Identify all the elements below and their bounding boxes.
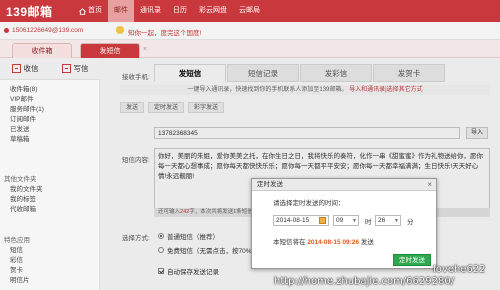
chevron-down-icon: ▼ xyxy=(352,218,357,224)
write-mail-button[interactable]: 写信 xyxy=(61,63,89,74)
sidebar-item-postcard[interactable]: 明信片 xyxy=(4,276,30,286)
note-prefix: 本短信将在 xyxy=(273,239,306,246)
user-notice[interactable]: 知你一起，度完这个国度! xyxy=(128,27,201,37)
home-icon xyxy=(79,7,86,15)
tab-send-sms[interactable]: 发短信 xyxy=(80,43,140,58)
main-nav: 首页 邮件 通讯录 日历 彩云网盘 云邮局 xyxy=(73,0,266,22)
folder-drafts[interactable]: 草稿箱 xyxy=(10,135,44,145)
tab-bar: 收件箱 发短信 × xyxy=(0,40,500,58)
inbox-icon xyxy=(11,64,21,73)
tab-close-icon[interactable]: × xyxy=(143,46,147,53)
schedule-note: 本短信将在 2014-08-15 09:26 发送 xyxy=(273,236,374,246)
watermark-url: http://home.zhubajie.com/6629280/ xyxy=(274,276,455,287)
sidebar-item-my-tags[interactable]: 我的标签 xyxy=(4,195,43,205)
sidebar-item-my-folders[interactable]: 我的文件夹 xyxy=(4,185,43,195)
nav-home-label: 首页 xyxy=(88,7,102,14)
nav-contacts[interactable]: 通讯录 xyxy=(134,0,167,22)
minute-value: 26 xyxy=(378,217,386,224)
nav-home[interactable]: 首页 xyxy=(73,0,108,22)
sidebar-item-sms[interactable]: 短信 xyxy=(4,246,30,256)
sidebar-item-proxy-mail[interactable]: 代收邮箱 xyxy=(4,205,43,215)
sidebar-actions: 收信 写信 xyxy=(0,58,100,80)
user-status-icon xyxy=(4,28,9,33)
nav-cloud-post[interactable]: 云邮局 xyxy=(233,0,266,22)
sidebar-item-mms[interactable]: 彩信 xyxy=(4,256,30,266)
section-title-folders[interactable]: 其他文件夹 xyxy=(4,175,43,185)
write-mail-label: 写信 xyxy=(73,64,89,73)
hour-unit: 时 xyxy=(365,219,372,226)
watermark-name: lovehe622 xyxy=(433,264,486,275)
minute-unit: 分 xyxy=(407,219,414,226)
folder-subscribe[interactable]: 订阅邮件 xyxy=(10,115,44,125)
sidebar: 收信 写信 收件箱(8) VIP邮件 服务邮件(1) 订阅邮件 已发送 草稿箱 … xyxy=(0,58,100,290)
receive-mail-label: 收信 xyxy=(23,64,39,73)
sidebar-section-apps: 特色应用 短信 彩信 贺卡 明信片 xyxy=(4,236,30,286)
user-bar: 15061226649@139.com 知你一起，度完这个国度! xyxy=(0,22,500,40)
pencil-icon xyxy=(61,64,71,73)
dialog-close-icon[interactable]: × xyxy=(427,179,432,191)
sidebar-item-card[interactable]: 贺卡 xyxy=(4,266,30,276)
chevron-down-icon: ▼ xyxy=(394,218,399,224)
hour-select[interactable]: 09 ▼ xyxy=(333,215,359,226)
timed-send-button[interactable]: 定时发送 xyxy=(393,254,431,266)
dialog-prompt: 请选择定时发送的时间： xyxy=(273,200,345,207)
tab-inbox[interactable]: 收件箱 xyxy=(12,43,72,58)
nav-mail[interactable]: 邮件 xyxy=(108,0,134,22)
hour-value: 09 xyxy=(336,217,344,224)
minute-select[interactable]: 26 ▼ xyxy=(375,215,401,226)
top-nav-bar: 139邮箱 首页 邮件 通讯录 日历 彩云网盘 云邮局 xyxy=(0,0,500,22)
receive-mail-button[interactable]: 收信 xyxy=(11,63,39,74)
folder-sent[interactable]: 已发送 xyxy=(10,125,44,135)
weather-icon xyxy=(116,26,124,34)
folder-vip[interactable]: VIP邮件 xyxy=(10,95,44,105)
nav-calendar[interactable]: 日历 xyxy=(167,0,193,22)
nav-cloud-drive[interactable]: 彩云网盘 xyxy=(193,0,233,22)
date-value: 2014-08-15 xyxy=(276,217,310,224)
app-logo[interactable]: 139邮箱 xyxy=(6,3,53,20)
calendar-icon[interactable] xyxy=(319,217,326,224)
note-suffix: 发送 xyxy=(360,239,374,246)
timed-send-dialog: 定时发送 × 请选择定时发送的时间： 2014-08-15 09 ▼ 时 26 … xyxy=(251,178,437,269)
dialog-header: 定时发送 × xyxy=(252,179,436,191)
dialog-title: 定时发送 xyxy=(257,181,283,188)
folder-inbox[interactable]: 收件箱(8) xyxy=(10,85,44,95)
sidebar-section-folders: 其他文件夹 我的文件夹 我的标签 代收邮箱 xyxy=(4,175,43,215)
section-title-apps[interactable]: 特色应用 xyxy=(4,236,30,246)
note-time: 2014-08-15 09:26 xyxy=(307,239,359,246)
folder-service[interactable]: 服务邮件(1) xyxy=(10,105,44,115)
folder-list: 收件箱(8) VIP邮件 服务邮件(1) 订阅邮件 已发送 草稿箱 xyxy=(10,85,44,145)
date-field[interactable]: 2014-08-15 xyxy=(273,215,329,226)
user-email[interactable]: 15061226649@139.com xyxy=(12,27,83,34)
